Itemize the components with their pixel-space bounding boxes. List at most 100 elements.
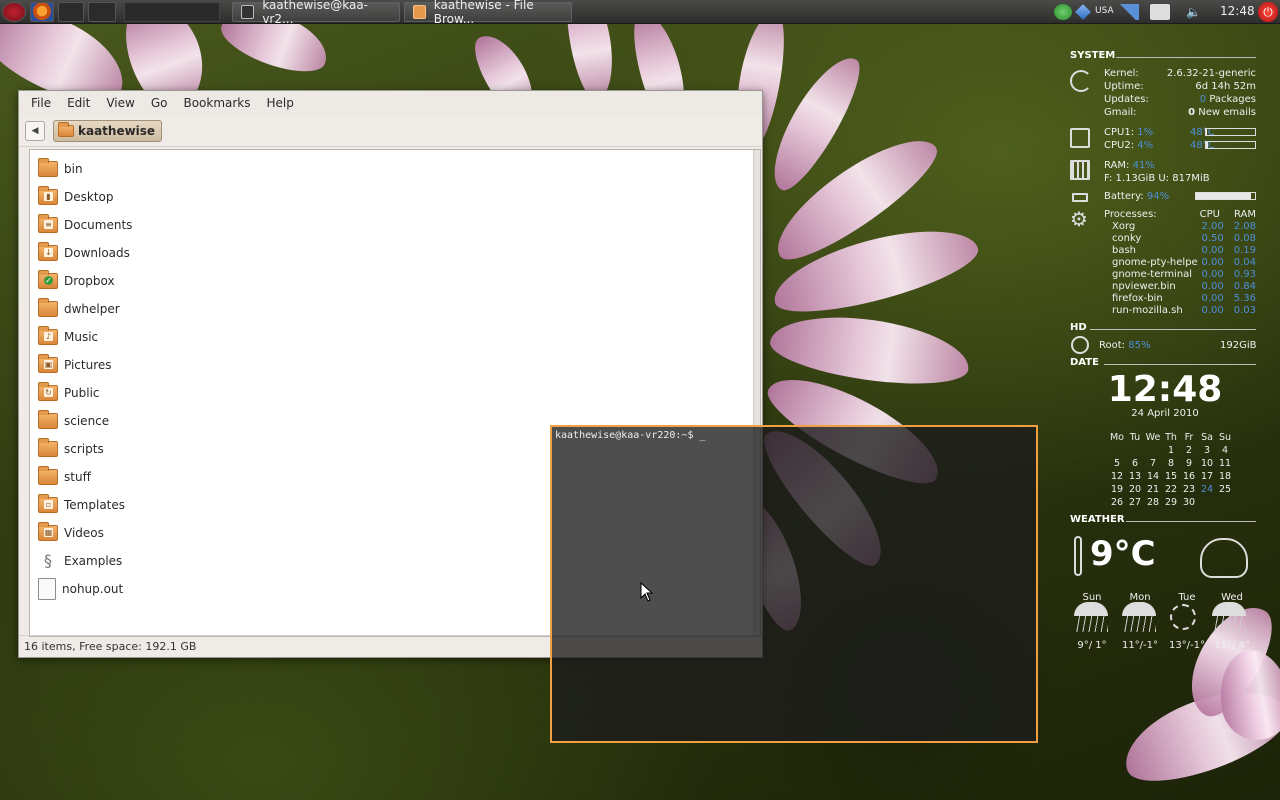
volume-icon[interactable]: 🔈 [1186,4,1201,20]
calendar-day: 9 [1185,458,1193,469]
process-name: firefox-bin [1112,293,1163,304]
list-item[interactable]: ▮ Desktop [38,184,114,210]
divider [1090,329,1256,330]
list-item[interactable]: ▣ Pictures [38,352,112,378]
item-name: Music [64,330,99,344]
list-item[interactable]: science [38,408,109,434]
calendar-day: 18 [1218,471,1232,482]
sun-rain-icon [1122,602,1156,632]
item-name: Documents [64,218,133,232]
calendar-day: 3 [1203,445,1211,456]
value: 0 Packages [1200,94,1256,105]
menu-file[interactable]: File [25,96,57,110]
process-cpu: 0.00 [1201,281,1224,292]
breadcrumb-home[interactable]: kaathewise [53,119,163,142]
firefox-launcher-icon[interactable] [30,2,54,22]
item-name: Videos [64,526,104,540]
path-bar: ◀ kaathewise [19,115,762,147]
calendar-day: 2 [1185,445,1193,456]
workspace-switcher[interactable] [124,2,220,22]
window-switcher-icon[interactable] [88,2,116,22]
process-stats: 2.00 2.08 [1201,221,1256,232]
list-item[interactable]: ♪ Music [38,324,98,350]
processes-header: Processes: CPU RAM [1104,209,1256,220]
process-stats: 0.00 0.19 [1201,245,1256,256]
taskbar-terminal[interactable]: kaathewise@kaa-vr2... [232,0,400,26]
label: Root: [1099,340,1126,351]
calendar: Mo Tu We Th Fr Sa Su 1 2 3 4 5 6 7 8 9 10 11 12 13 14 15 16 17 1… [1108,432,1248,508]
ram-percent: 41% [1132,160,1155,171]
taskbar-file-browser[interactable]: kaathewise - File Brow... [404,0,572,26]
calendar-day: 29 [1164,497,1178,508]
terminal-prompt[interactable]: kaathewise@kaa-vr220:~$ _ [555,430,706,441]
menu-help[interactable]: Help [261,96,300,110]
home-folder-icon [58,121,74,137]
list-item[interactable]: ↓ Downloads [38,240,130,266]
weekday-label: Fr [1184,432,1194,443]
process-name: conky [1112,233,1142,244]
processes-label: Processes: [1104,209,1157,220]
item-name: Downloads [64,246,130,260]
root-size: 192GiB [1220,340,1257,351]
network-icon[interactable] [1054,4,1072,20]
process-cpu: 2.00 [1201,221,1224,232]
terminal-window[interactable]: kaathewise@kaa-vr220:~$ _ [550,425,1038,743]
process-cpu: 0.00 [1201,293,1224,304]
list-item[interactable]: § Examples [38,548,122,574]
power-icon[interactable]: ⏻ [1258,2,1278,22]
menu-go[interactable]: Go [145,96,174,110]
menu-bookmarks[interactable]: Bookmarks [177,96,256,110]
calendar-day: 26 [1110,497,1124,508]
dropbox-icon[interactable] [1075,4,1091,20]
calendar-day [1144,445,1162,456]
list-item[interactable]: ▦ Videos [38,520,104,546]
menu-edit[interactable]: Edit [61,96,96,110]
label: CPU1: [1104,127,1135,138]
item-name: Examples [64,554,123,568]
path-back-button[interactable]: ◀ [25,120,45,141]
desktop-folder-icon: ▮ [38,186,58,205]
cpu1-bar [1205,128,1256,136]
unit: New emails [1198,107,1256,118]
calendar-day [1126,445,1144,456]
list-item[interactable]: ≡ Documents [38,212,132,238]
process-name: gnome-terminal [1112,269,1193,280]
calendar-week: 12 13 14 15 16 17 18 [1108,471,1248,482]
process-stats: 0.50 0.08 [1201,233,1256,244]
main-menu-button[interactable] [2,2,26,22]
kernel-row: Kernel: 2.6.32-21-generic [1104,68,1256,79]
process-ram: 2.08 [1233,221,1256,232]
top-panel: kaathewise@kaa-vr2... kaathewise - File … [0,0,1280,26]
forecast-temp: 11°/-1° [1121,640,1159,651]
printer-icon[interactable] [1150,4,1170,20]
cpu-column-header: CPU [1199,209,1220,220]
folder-icon [38,298,58,317]
clock[interactable]: 12:48 [1220,4,1255,20]
signal-strength-icon[interactable] [1117,4,1139,20]
calendar-day: 20 [1128,484,1142,495]
pictures-folder-icon: ▣ [38,354,58,373]
list-item[interactable]: ✓ Dropbox [38,268,115,294]
calendar-day: 19 [1110,484,1124,495]
system-heading: SYSTEM [1070,50,1116,61]
disk-usage-icon [1071,336,1089,354]
calendar-week: 19 20 21 22 23 24 25 [1108,484,1248,495]
show-desktop-icon[interactable] [58,2,84,22]
list-item[interactable]: ↻ Public [38,380,100,406]
list-item[interactable]: ▫ Templates [38,492,125,518]
battery-bar [1195,192,1256,200]
keyboard-layout-indicator[interactable]: USA [1095,6,1114,22]
videos-folder-icon: ▦ [38,522,58,541]
documents-folder-icon: ≡ [38,214,58,233]
list-item[interactable]: stuff [38,464,91,490]
list-item[interactable]: nohup.out [38,576,123,602]
menu-bar: File Edit View Go Bookmarks Help [19,91,762,115]
list-item[interactable]: bin [38,156,83,182]
calendar-day: 27 [1128,497,1142,508]
menu-view[interactable]: View [100,96,140,110]
process-cpu: 0.00 [1201,245,1224,256]
process-cpu: 0.50 [1201,233,1224,244]
calendar-day: 6 [1131,458,1139,469]
list-item[interactable]: dwhelper [38,296,120,322]
list-item[interactable]: scripts [38,436,104,462]
